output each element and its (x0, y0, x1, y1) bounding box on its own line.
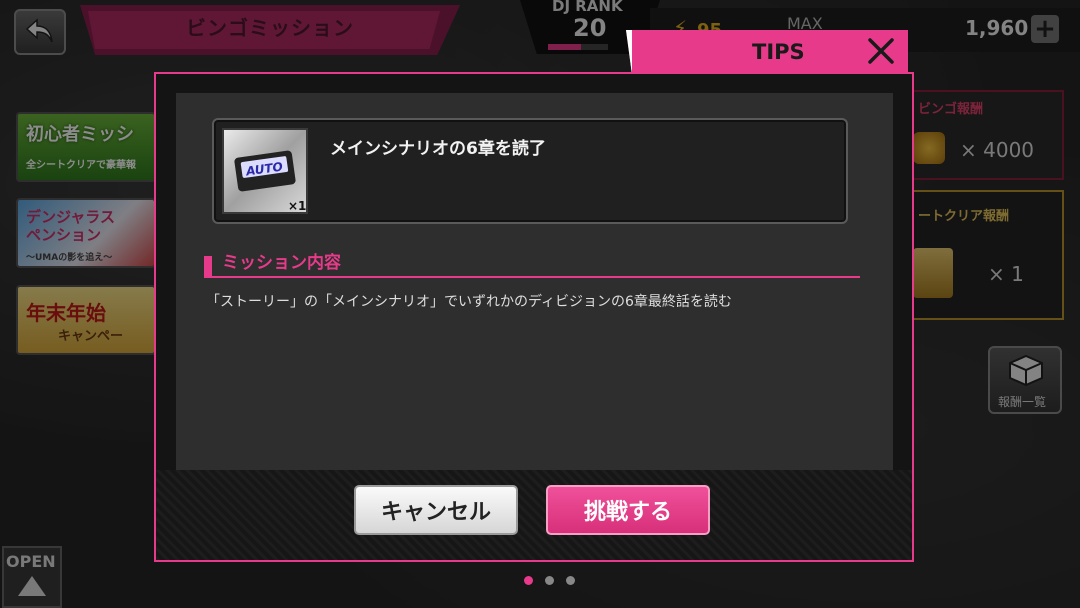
challenge-button[interactable]: 挑戦する (546, 485, 710, 535)
page-dot[interactable] (524, 576, 533, 585)
mission-title: メインシナリオの6章を読了 (330, 139, 546, 159)
section-divider (204, 276, 860, 278)
page-title: ビンゴミッション (186, 16, 354, 40)
item-quantity: ×1 (288, 199, 307, 213)
close-icon (868, 38, 894, 64)
section-marker (204, 256, 212, 278)
mission-description: 「ストーリー」の「メインシナリオ」でいずれかのディビジョンの6章最終話を読む (206, 294, 732, 310)
page-dot[interactable] (545, 576, 554, 585)
close-button[interactable] (864, 34, 898, 68)
cancel-button[interactable]: キャンセル (354, 485, 518, 535)
pagination-dots (524, 576, 575, 585)
page-dot[interactable] (566, 576, 575, 585)
section-title: ミッション内容 (222, 253, 341, 273)
dialog-footer (156, 470, 912, 560)
tips-label: TIPS (752, 40, 805, 64)
